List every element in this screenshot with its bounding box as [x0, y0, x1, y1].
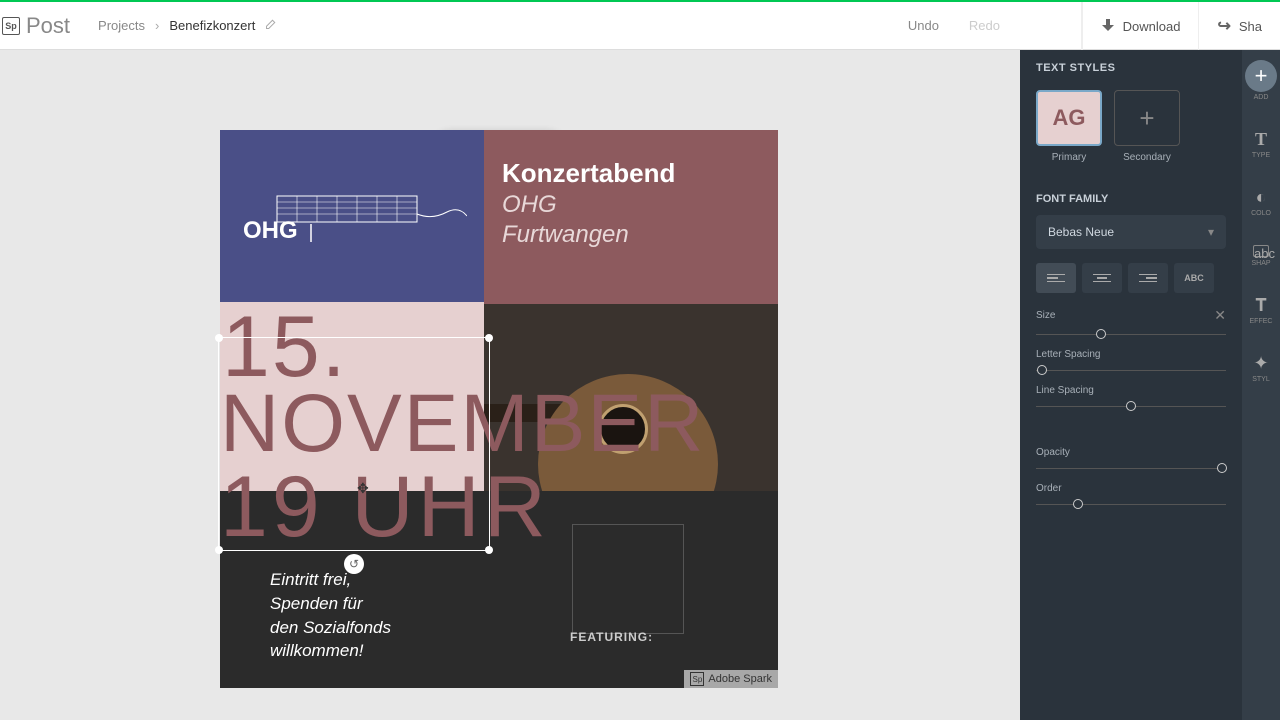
properties-panel: TEXT STYLES AG Primary + Secondary FONT … — [1020, 50, 1242, 720]
order-label: Order — [1036, 483, 1062, 494]
poster-title: Konzertabend — [502, 158, 760, 189]
letter-spacing-slider[interactable] — [1036, 370, 1226, 371]
order-slider[interactable] — [1036, 504, 1226, 505]
panel-text-styles-header: TEXT STYLES — [1036, 62, 1226, 74]
line-spacing-slider[interactable] — [1036, 406, 1226, 407]
share-icon — [1217, 16, 1230, 36]
palette-icon: ◐ — [1242, 187, 1280, 208]
breadcrumb-current[interactable]: Benefizkonzert — [169, 18, 255, 33]
svg-text:OHG: OHG — [243, 217, 298, 244]
chevron-down-icon: ▾ — [1208, 225, 1214, 239]
poster-footer-text[interactable]: Eintritt frei, Spenden für den Sozialfon… — [270, 568, 391, 663]
rail-effect[interactable]: 𝐓 EFFEC — [1242, 295, 1280, 325]
rail-label: COLO — [1251, 210, 1271, 217]
footer-line: Spenden für — [270, 592, 391, 616]
breadcrumb: Projects › Benefizkonzert — [98, 18, 277, 33]
letter-spacing-thumb[interactable] — [1037, 365, 1047, 375]
size-reset-icon[interactable]: ✕ — [1214, 307, 1226, 324]
font-family-select[interactable]: Bebas Neue ▾ — [1036, 215, 1226, 249]
footer-line: willkommen! — [270, 639, 391, 663]
rail-label: EFFEC — [1250, 318, 1273, 325]
opacity-slider[interactable] — [1036, 468, 1226, 469]
download-button[interactable]: Download — [1082, 2, 1199, 50]
ohg-logo-icon: OHG — [237, 186, 467, 246]
rail-label: TYPE — [1252, 152, 1270, 159]
download-icon — [1101, 19, 1115, 33]
breadcrumb-root[interactable]: Projects — [98, 18, 145, 33]
watermark-text: Adobe Spark — [708, 673, 772, 685]
download-label: Download — [1123, 19, 1181, 34]
watermark[interactable]: Sp Adobe Spark — [684, 670, 778, 688]
add-button[interactable]: + ADD — [1245, 60, 1277, 101]
chevron-right-icon: › — [155, 18, 159, 33]
text-style-add[interactable]: + — [1114, 90, 1180, 146]
watermark-icon: Sp — [690, 672, 704, 686]
rail-color[interactable]: ◐ COLO — [1242, 187, 1280, 217]
poster-block-logo[interactable]: OHG — [220, 130, 484, 302]
align-right-button[interactable] — [1128, 263, 1168, 293]
undo-redo-group: Undo Redo — [908, 18, 1000, 33]
size-thumb[interactable] — [1096, 329, 1106, 339]
rail-label: SHAP — [1251, 260, 1270, 267]
size-slider[interactable] — [1036, 334, 1226, 335]
poster-featuring-label[interactable]: FEATURING: — [570, 630, 653, 644]
add-label: ADD — [1245, 94, 1277, 101]
app-header: Sp Post Projects › Benefizkonzert Undo R… — [0, 2, 1280, 50]
align-left-button[interactable] — [1036, 263, 1076, 293]
redo-button: Redo — [969, 18, 1000, 33]
cursor-icon: ✥ — [357, 480, 369, 497]
plus-icon: + — [1245, 60, 1277, 92]
font-family-header: FONT FAMILY — [1036, 193, 1226, 205]
line-spacing-thumb[interactable] — [1126, 401, 1136, 411]
type-icon: T — [1242, 129, 1280, 150]
rail-shape[interactable]: abc SHAP — [1242, 245, 1280, 267]
share-label: Sha — [1239, 19, 1262, 34]
align-center-button[interactable] — [1082, 263, 1122, 293]
text-style-primary[interactable]: AG — [1036, 90, 1102, 146]
text-style-secondary-label: Secondary — [1114, 152, 1180, 163]
line-spacing-label: Line Spacing — [1036, 385, 1094, 396]
size-label: Size — [1036, 310, 1055, 321]
poster-block-title[interactable]: Konzertabend OHG Furtwangen — [484, 130, 778, 304]
poster-date-time[interactable]: 19 UHR — [220, 470, 550, 546]
rail-label: STYL — [1252, 376, 1270, 383]
footer-line: Eintritt frei, — [270, 568, 391, 592]
letter-spacing-label: Letter Spacing — [1036, 349, 1101, 360]
canvas-area[interactable]: OHG Konzertabend OHG Furtwangen 15. NOVE… — [0, 50, 1020, 720]
opacity-thumb[interactable] — [1217, 463, 1227, 473]
effect-icon: 𝐓 — [1242, 295, 1280, 316]
poster-placeholder-box[interactable] — [572, 524, 684, 634]
app-logo-text: Post — [26, 13, 70, 39]
poster-canvas[interactable]: OHG Konzertabend OHG Furtwangen 15. NOVE… — [220, 130, 778, 688]
share-button[interactable]: Sha — [1198, 2, 1280, 50]
font-family-value: Bebas Neue — [1048, 225, 1114, 239]
rail-style[interactable]: ✦ STYL — [1242, 353, 1280, 383]
poster-date-month[interactable]: NOVEMBER — [220, 388, 705, 460]
tool-rail: + ADD T TYPE ◐ COLO abc SHAP 𝐓 EFFEC ✦ STYL — [1242, 50, 1280, 720]
undo-button[interactable]: Undo — [908, 18, 939, 33]
text-style-primary-label: Primary — [1036, 152, 1102, 163]
order-thumb[interactable] — [1073, 499, 1083, 509]
app-logo-icon: Sp — [2, 17, 20, 35]
rail-type[interactable]: T TYPE — [1242, 129, 1280, 159]
poster-subtitle-2: Furtwangen — [502, 221, 760, 249]
rename-icon[interactable] — [265, 18, 277, 33]
align-justify-button[interactable]: ABC — [1174, 263, 1214, 293]
poster-subtitle-1: OHG — [502, 191, 760, 219]
poster-date-day[interactable]: 15. — [222, 310, 348, 386]
style-icon: ✦ — [1242, 353, 1280, 374]
opacity-label: Opacity — [1036, 447, 1070, 458]
shape-icon: abc — [1253, 245, 1269, 257]
footer-line: den Sozialfonds — [270, 616, 391, 640]
